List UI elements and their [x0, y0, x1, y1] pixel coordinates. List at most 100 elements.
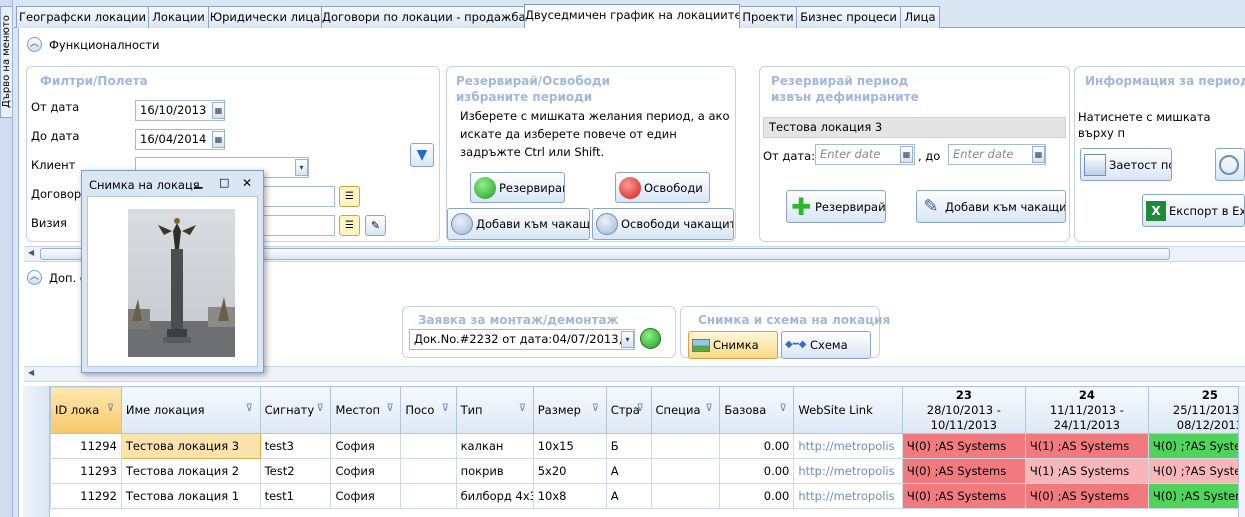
cell-week-status[interactable]: Ч(0) ;AS Systems	[901, 483, 1026, 509]
cell-week-status[interactable]: Ч(0) ;?AS Systems	[1147, 433, 1245, 459]
filter-icon[interactable]: ⊽	[592, 404, 603, 414]
cell-week-status[interactable]: Ч(1) ;AS Systems	[1024, 458, 1149, 484]
cell-website-link[interactable]: http://metropolis	[793, 433, 903, 459]
close-icon[interactable]: ✕	[242, 176, 254, 190]
cell-place[interactable]: София	[330, 433, 402, 459]
cell-website-link[interactable]: http://metropolis	[793, 483, 903, 509]
chevron-down-icon[interactable]: ▾	[621, 331, 634, 348]
table-row[interactable]: 11293 Тестова локация 2 Test2 София покр…	[50, 458, 1245, 484]
cell-week-status[interactable]: Ч(1) ;AS Systems	[1024, 433, 1149, 459]
column-header-week[interactable]: 24 11/11/2013 -24/11/2013	[1024, 386, 1149, 434]
edit-icon[interactable]: ✎	[365, 215, 386, 236]
calendar-icon[interactable]: ▦	[212, 131, 225, 148]
add-to-waiting-button[interactable]: Добави към чакащи	[447, 208, 590, 240]
filter-icon[interactable]: ⊽	[246, 404, 257, 414]
tab-projects[interactable]: Проекти	[739, 6, 797, 28]
cell-type[interactable]: билборд 4x3	[455, 483, 534, 509]
cell-week-status[interactable]: Ч(0) ;AS Systems	[901, 458, 1026, 484]
menu-tree-tab[interactable]: Дърво на менюто	[0, 6, 12, 118]
tab-biweekly-schedule[interactable]: Двуседмичен график на локациите	[524, 4, 740, 29]
cell-special[interactable]	[650, 483, 721, 509]
zoom-button[interactable]	[1215, 148, 1245, 181]
contract-lookup-icon[interactable]: ☰	[339, 186, 360, 207]
filter-icon[interactable]: ⊽	[637, 404, 648, 414]
cell-size[interactable]: 10x8	[532, 483, 607, 509]
cell-id[interactable]: 11293	[50, 458, 122, 484]
cell-week-status[interactable]: Ч(0) ;AS Systems	[901, 433, 1026, 459]
photo-popup-window[interactable]: Снимка на локаця ▁ □ ✕	[81, 170, 264, 373]
release-waiting-button[interactable]: Освободи чакащите	[592, 208, 734, 240]
cell-id[interactable]: 11294	[50, 433, 122, 459]
tab-location-contracts[interactable]: Договори по локации - продажба	[321, 6, 525, 28]
column-header-side[interactable]: Стра ⊽	[605, 386, 652, 434]
column-header-website[interactable]: WebSite Link	[793, 386, 903, 434]
table-row[interactable]: 11294 Тестова локация 3 test3 София калк…	[50, 433, 1245, 459]
column-header-week[interactable]: 23 28/10/2013 -10/11/2013	[901, 386, 1026, 434]
cell-size[interactable]: 10x15	[532, 433, 607, 459]
cell-id[interactable]: 11292	[50, 483, 122, 509]
cell-place[interactable]: София	[330, 458, 402, 484]
scroll-left-icon[interactable]: ◀	[28, 368, 34, 377]
busy-by-days-button[interactable]: Заетост по дни	[1080, 148, 1172, 181]
cell-special[interactable]	[650, 433, 721, 459]
calendar-icon[interactable]: ▦	[900, 146, 913, 163]
column-header-direction[interactable]: Посо ⊽	[400, 386, 457, 434]
tab-persons[interactable]: Лица	[900, 6, 940, 28]
column-header-special[interactable]: Специа ⊽	[650, 386, 721, 434]
cell-week-status[interactable]: Ч(0) ;AS Systems	[1024, 483, 1149, 509]
column-header-base[interactable]: Базова ⊽	[719, 386, 795, 434]
cell-special[interactable]	[650, 458, 721, 484]
filter-icon[interactable]: ⊽	[107, 404, 118, 414]
mount-request-select[interactable]: Док.No.#2232 от дата:04/07/2013,	[409, 329, 635, 350]
tab-business-processes[interactable]: Бизнес процеси	[796, 6, 901, 28]
vertical-scrollbar[interactable]	[1238, 386, 1245, 517]
cell-signature[interactable]: test1	[259, 483, 332, 509]
filter-icon[interactable]: ⊽	[442, 404, 453, 414]
cell-direction[interactable]	[400, 458, 457, 484]
cell-signature[interactable]: Test2	[259, 458, 332, 484]
calendar-icon[interactable]: ▦	[1032, 146, 1045, 163]
filter-icon[interactable]: ⊽	[316, 404, 327, 414]
vision-lookup-icon[interactable]: ☰	[339, 215, 360, 236]
tab-locations[interactable]: Локации	[148, 6, 209, 28]
column-header-size[interactable]: Размер ⊽	[532, 386, 607, 434]
column-header-signature[interactable]: Сигнату ⊽	[259, 386, 332, 434]
column-header-type[interactable]: Тип ⊽	[455, 386, 534, 434]
tab-legal-entities[interactable]: Юридически лица	[208, 6, 322, 28]
cell-base[interactable]: 0.00	[719, 458, 795, 484]
column-header-place[interactable]: Местоп ⊽	[330, 386, 402, 434]
column-header-week[interactable]: 25 25/11/2013 -08/12/2013	[1147, 386, 1245, 434]
cell-type[interactable]: калкан	[455, 433, 534, 459]
column-header-name[interactable]: Име локация ⊽	[120, 386, 261, 434]
cell-type[interactable]: покрив	[455, 458, 534, 484]
collapse-icon[interactable]: ︿	[27, 270, 42, 285]
photo-button[interactable]: Снимка	[688, 331, 778, 359]
chevron-down-icon[interactable]: ▾	[295, 159, 308, 176]
filter-icon[interactable]: ⊽	[386, 404, 397, 414]
cell-signature[interactable]: test3	[259, 433, 332, 459]
cell-week-status[interactable]: Ч(0) ;AS Systems	[1147, 483, 1245, 509]
release-button[interactable]: Освободи	[615, 172, 710, 203]
outside-add-waiting-button[interactable]: ✎ Добави към чакащи	[916, 190, 1066, 223]
cell-direction[interactable]	[400, 483, 457, 509]
cell-name[interactable]: Тестова локация 2	[120, 458, 261, 484]
column-header-id[interactable]: ID лока ⊽	[50, 386, 122, 434]
cell-base[interactable]: 0.00	[719, 433, 795, 459]
cell-side[interactable]: А	[605, 483, 652, 509]
cell-week-status[interactable]: Ч(0) ;?AS Systems	[1147, 458, 1245, 484]
cell-side[interactable]: А	[605, 458, 652, 484]
calendar-icon[interactable]: ▦	[212, 102, 225, 119]
cell-name[interactable]: Тестова локация 1	[120, 483, 261, 509]
filter-icon[interactable]: ▼	[410, 143, 434, 167]
tab-geographic-locations[interactable]: Географски локации	[16, 6, 149, 28]
table-row[interactable]: 11292 Тестова локация 1 test1 София билб…	[50, 483, 1245, 509]
cell-size[interactable]: 5x20	[532, 458, 607, 484]
scroll-left-icon[interactable]: ◀	[28, 248, 34, 257]
cell-direction[interactable]	[400, 433, 457, 459]
cell-website-link[interactable]: http://metropolis	[793, 458, 903, 484]
filter-icon[interactable]: ⊽	[519, 404, 530, 414]
export-excel-button[interactable]: X Експорт в Ex	[1142, 194, 1245, 227]
cell-name[interactable]: Тестова локация 3	[120, 433, 261, 459]
collapse-icon[interactable]: ︿	[27, 37, 42, 52]
filter-icon[interactable]: ⊽	[705, 404, 716, 414]
